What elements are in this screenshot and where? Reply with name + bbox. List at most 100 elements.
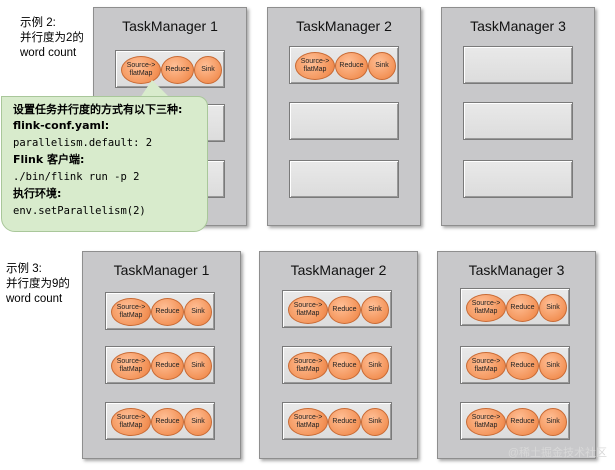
operator-label: Sink: [368, 362, 382, 369]
example-2-line-2: 并行度为2的: [20, 32, 84, 44]
operator-label: Source-> flatMap: [471, 414, 501, 429]
operator-label: Sink: [191, 308, 205, 315]
operator-reduce: Reduce: [506, 352, 539, 380]
operator-label: Source-> flatMap: [471, 358, 501, 373]
operator-sink: Sink: [539, 294, 567, 322]
example-3-line-2: 并行度为9的: [6, 278, 70, 290]
operator-sink: Sink: [368, 52, 396, 80]
operator-label: Sink: [546, 362, 560, 369]
operator-reduce: Reduce: [506, 408, 539, 436]
slot: [463, 46, 573, 84]
operator-label: Reduce: [339, 62, 364, 69]
operator-label: Sink: [546, 418, 560, 425]
operator-sink: Sink: [539, 352, 567, 380]
callout-line-7: env.setParallelism(2): [13, 205, 146, 217]
example-3-label: 示例 3: 并行度为9的 word count: [6, 262, 70, 307]
taskmanager-3-top-title: TaskManager 3: [470, 18, 566, 34]
operator-reduce: Reduce: [328, 408, 361, 436]
slot: Source-> flatMap Reduce Sink: [289, 46, 399, 84]
operator-sink: Sink: [539, 408, 567, 436]
operator-source-flatmap: Source-> flatMap: [288, 352, 328, 380]
slot: Source-> flatMap Reduce Sink: [105, 402, 215, 440]
taskmanager-1-bottom: TaskManager 1 Source-> flatMap Reduce Si…: [82, 251, 241, 459]
slot: Source-> flatMap Reduce Sink: [105, 292, 215, 330]
operator-source-flatmap: Source-> flatMap: [288, 296, 328, 324]
operator-source-flatmap: Source-> flatMap: [111, 298, 151, 326]
operator-label: Source-> flatMap: [116, 304, 146, 319]
operator-sink: Sink: [184, 352, 212, 380]
callout-line-5: ./bin/flink run -p 2: [13, 171, 140, 183]
callout-line-4: Flink 客户端:: [13, 153, 85, 166]
slot: Source-> flatMap Reduce Sink: [282, 402, 392, 440]
diagram-root: { "example2": { "l1": "示例 2:", "l2": "并行…: [0, 0, 615, 470]
callout-line-2: flink-conf.yaml:: [13, 119, 110, 132]
operator-reduce: Reduce: [328, 352, 361, 380]
operator-source-flatmap: Source-> flatMap: [288, 408, 328, 436]
operator-source-flatmap: Source-> flatMap: [111, 352, 151, 380]
callout-line-1: 设置任务并行度的方式有以下三种:: [13, 103, 183, 116]
operator-reduce: Reduce: [506, 294, 539, 322]
operator-label: Sink: [368, 418, 382, 425]
operator-label: Reduce: [332, 362, 357, 369]
operator-reduce: Reduce: [328, 296, 361, 324]
operator-source-flatmap: Source-> flatMap: [466, 352, 506, 380]
operator-reduce: Reduce: [335, 52, 368, 80]
operator-label: Reduce: [155, 362, 180, 369]
slot: Source-> flatMap Reduce Sink: [460, 288, 570, 326]
operator-label: Source-> flatMap: [300, 58, 330, 73]
callout-line-6: 执行环境:: [13, 187, 62, 200]
operator-label: Source-> flatMap: [293, 302, 323, 317]
operator-label: Reduce: [510, 304, 535, 311]
slot: Source-> flatMap Reduce Sink: [105, 346, 215, 384]
operator-label: Reduce: [510, 418, 535, 425]
operator-label: Reduce: [155, 418, 180, 425]
operator-label: Source-> flatMap: [293, 358, 323, 373]
callout-line-3: parallelism.default: 2: [13, 137, 153, 149]
operator-label: Sink: [375, 62, 389, 69]
operator-label: Reduce: [510, 362, 535, 369]
taskmanager-2-top: TaskManager 2 Source-> flatMap Reduce Si…: [267, 7, 421, 226]
example-2-line-3: word count: [20, 47, 77, 59]
operator-sink: Sink: [361, 408, 389, 436]
operator-label: Source-> flatMap: [293, 414, 323, 429]
operator-source-flatmap: Source-> flatMap: [295, 52, 335, 80]
operator-sink: Sink: [194, 56, 222, 84]
operator-label: Sink: [368, 306, 382, 313]
taskmanager-3-top: TaskManager 3: [441, 7, 595, 226]
operator-source-flatmap: Source-> flatMap: [466, 408, 506, 436]
taskmanager-1-bottom-title: TaskManager 1: [113, 262, 210, 278]
operator-label: Sink: [546, 304, 560, 311]
slot: Source-> flatMap Reduce Sink: [460, 402, 570, 440]
operator-sink: Sink: [361, 296, 389, 324]
slot: Source-> flatMap Reduce Sink: [115, 50, 225, 88]
operator-label: Source-> flatMap: [126, 62, 156, 77]
operator-label: Reduce: [155, 308, 180, 315]
operator-reduce: Reduce: [151, 408, 184, 436]
operator-label: Sink: [201, 66, 215, 73]
example-3-line-1: 示例 3:: [6, 263, 42, 275]
operator-label: Sink: [191, 418, 205, 425]
taskmanager-2-bottom-title: TaskManager 2: [290, 262, 387, 278]
watermark: @稀土掘金技术社区: [507, 447, 607, 459]
slot: [463, 160, 573, 198]
operator-label: Sink: [191, 362, 205, 369]
callout-bubble: 设置任务并行度的方式有以下三种: flink-conf.yaml: parall…: [1, 96, 208, 232]
example-3-line-3: word count: [6, 293, 63, 305]
operator-reduce: Reduce: [151, 352, 184, 380]
operator-reduce: Reduce: [151, 298, 184, 326]
slot: [289, 160, 399, 198]
operator-sink: Sink: [361, 352, 389, 380]
taskmanager-3-bottom: TaskManager 3 Source-> flatMap Reduce Si…: [437, 251, 596, 459]
operator-label: Reduce: [332, 418, 357, 425]
operator-label: Reduce: [165, 66, 190, 73]
operator-label: Source-> flatMap: [471, 300, 501, 315]
example-2-label: 示例 2: 并行度为2的 word count: [20, 16, 84, 61]
taskmanager-3-bottom-title: TaskManager 3: [468, 262, 565, 278]
operator-source-flatmap: Source-> flatMap: [466, 294, 506, 322]
taskmanager-1-top-title: TaskManager 1: [122, 18, 218, 34]
operator-label: Reduce: [332, 306, 357, 313]
slot: [463, 102, 573, 140]
taskmanager-2-bottom: TaskManager 2 Source-> flatMap Reduce Si…: [259, 251, 418, 459]
slot: Source-> flatMap Reduce Sink: [282, 346, 392, 384]
operator-label: Source-> flatMap: [116, 358, 146, 373]
